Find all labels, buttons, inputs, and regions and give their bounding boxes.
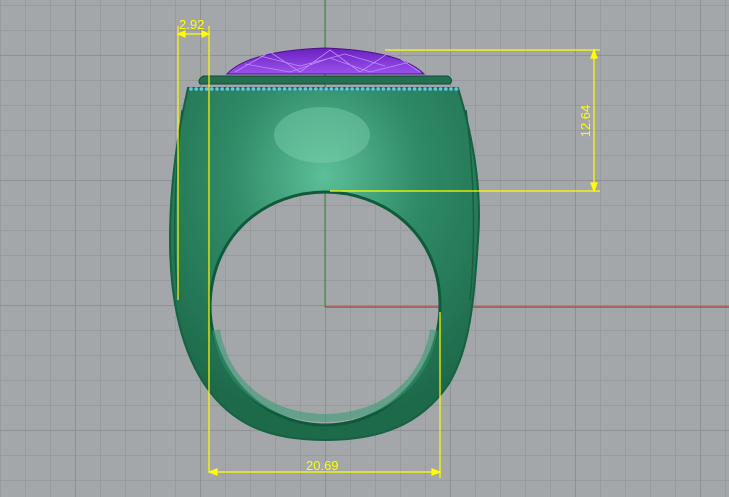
ring-highlight bbox=[274, 107, 370, 163]
pave-stone bbox=[240, 86, 246, 92]
pave-stone bbox=[277, 86, 282, 92]
pave-stone bbox=[443, 86, 449, 92]
pave-stone bbox=[453, 86, 459, 92]
pave-stone bbox=[401, 86, 407, 92]
viewport-front[interactable]: 2.92 20.69 12.64 bbox=[0, 0, 729, 497]
pave-stone bbox=[329, 86, 334, 92]
pave-stone bbox=[193, 86, 199, 92]
pave-stone bbox=[188, 86, 194, 92]
pave-stone bbox=[303, 86, 308, 92]
pave-stone bbox=[323, 86, 329, 92]
pave-stone bbox=[407, 86, 412, 92]
gemstone[interactable] bbox=[225, 47, 426, 75]
pave-stone bbox=[355, 86, 360, 92]
pave-stone bbox=[334, 86, 339, 92]
pave-stone bbox=[313, 86, 319, 92]
pave-stone bbox=[381, 86, 386, 92]
pave-stone bbox=[292, 86, 298, 92]
dimension-label-bottom[interactable]: 20.69 bbox=[306, 459, 339, 473]
pave-stone bbox=[318, 86, 324, 92]
pave-stone bbox=[386, 86, 391, 92]
pave-stone bbox=[417, 86, 423, 92]
pave-stone bbox=[245, 86, 251, 92]
pave-stone bbox=[251, 86, 256, 92]
pave-stone bbox=[391, 86, 397, 92]
pave-stone bbox=[427, 86, 433, 92]
pave-stone bbox=[422, 86, 428, 92]
pave-stone bbox=[261, 86, 267, 92]
pave-stone bbox=[219, 86, 225, 92]
pave-stone bbox=[412, 86, 417, 92]
dimension-label-vertical[interactable]: 12.64 bbox=[578, 99, 593, 143]
pave-stone bbox=[375, 86, 381, 92]
pave-stone bbox=[282, 86, 287, 92]
pave-stone bbox=[271, 86, 277, 92]
pave-stone bbox=[225, 86, 230, 92]
pave-stone bbox=[204, 86, 209, 92]
pave-stone bbox=[360, 86, 365, 92]
ring-scene bbox=[168, 0, 729, 478]
pave-stone bbox=[256, 86, 261, 92]
pave-stone bbox=[297, 86, 303, 92]
ring-bezel bbox=[198, 75, 453, 85]
pave-stone bbox=[349, 86, 355, 92]
pave-stone bbox=[199, 86, 204, 92]
pave-stone bbox=[308, 86, 313, 92]
pave-stone bbox=[448, 86, 454, 92]
pave-stone bbox=[214, 86, 220, 92]
pave-stone bbox=[344, 86, 350, 92]
pave-stone bbox=[266, 86, 272, 92]
dimension-label-top[interactable]: 2.92 bbox=[179, 18, 204, 32]
pave-stone bbox=[370, 86, 376, 92]
pave-stone bbox=[365, 86, 371, 92]
pave-stone bbox=[209, 86, 215, 92]
pave-stone bbox=[396, 86, 402, 92]
pave-stone bbox=[230, 86, 235, 92]
pave-stone bbox=[287, 86, 293, 92]
pave-stone bbox=[235, 86, 241, 92]
pave-stone bbox=[438, 86, 443, 92]
pave-stone bbox=[339, 86, 345, 92]
pave-stone bbox=[433, 86, 438, 92]
